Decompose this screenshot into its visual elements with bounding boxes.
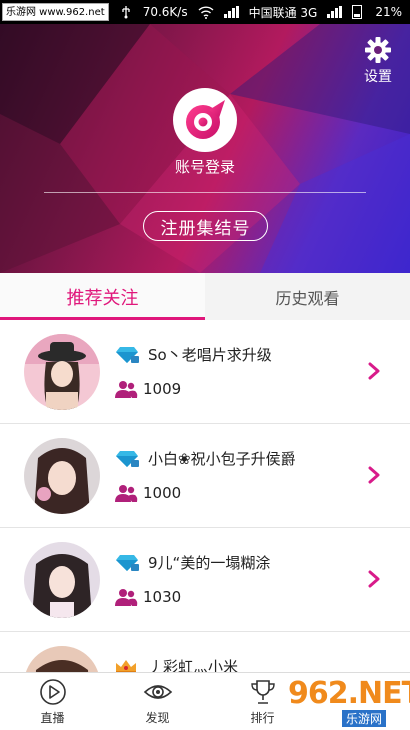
anchor-name: So丶老唱片求升级 [148,346,272,364]
diamond-icon [114,554,140,576]
settings-label: 设置 [364,69,392,85]
battery-icon [352,5,365,19]
play-icon [39,678,66,705]
anchor-name: 小白❀祝小包子升侯爵 [148,450,296,468]
wifi-icon [198,5,214,19]
chevron-right-icon[interactable] [368,362,380,384]
crown-icon [114,658,140,672]
register-button[interactable]: 注册集结号 [143,211,268,241]
tab-history[interactable]: 历史观看 [205,273,410,320]
settings-button[interactable]: 设置 [358,36,398,86]
anchor-name: 9儿“美的一塌糊涂 [148,554,271,572]
signal-icon [223,6,239,18]
nav-discover-label: 发现 [145,710,170,725]
status-bar: 乐游网 www.962.net 70.6K/s 中国联通 3G 21% [0,0,410,24]
fans-icon [114,588,138,610]
chevron-right-icon[interactable] [368,466,380,488]
avatar [24,542,100,618]
fans-count: 1009 [143,380,182,398]
tab-recommended[interactable]: 推荐关注 [0,273,205,320]
trophy-icon [250,679,275,704]
list-item[interactable]: 丿彩虹灬小米 [0,632,410,672]
nav-discover[interactable]: 发现 [105,673,210,730]
chevron-right-icon[interactable] [368,570,380,592]
header-divider [44,192,366,193]
diamond-icon [114,346,140,368]
watermark: 乐游网 www.962.net [2,3,109,21]
fans-count: 1030 [143,588,182,606]
app-logo[interactable] [173,88,237,152]
list-item[interactable]: 小白❀祝小包子升侯爵 1000 [0,424,410,528]
fans-count: 1000 [143,484,182,502]
diamond-icon [114,450,140,472]
anchor-name: 丿彩虹灬小米 [148,658,239,672]
tab-bar: 推荐关注 历史观看 [0,273,410,320]
nav-live-label: 直播 [40,710,65,725]
avatar [24,334,100,410]
horn-logo-icon [186,100,225,139]
profile-header: 设置 账号登录 注册集结号 [0,24,410,273]
fans-icon [114,380,138,402]
avatar [24,438,100,514]
site-watermark: 962.NET 乐游网 [284,674,410,727]
nav-ranking-label: 排行 [250,710,275,725]
carrier: 中国联通 3G [248,5,318,20]
eye-icon [143,684,172,699]
network-speed: 70.6K/s [142,5,188,19]
watermark-caption: 乐游网 [342,710,387,727]
battery-percent: 21% [375,5,402,19]
list-item[interactable]: So丶老唱片求升级 1009 [0,320,410,424]
watermark-brand: 962.NET [288,676,410,711]
usb-icon [119,5,133,19]
login-link[interactable]: 账号登录 [0,156,410,177]
gear-icon [365,37,391,63]
fans-icon [114,484,138,506]
signal-icon-2 [327,6,343,18]
anchor-list: So丶老唱片求升级 1009 小白❀祝小包子升侯爵 1000 9儿“美的一塌糊涂… [0,320,410,672]
avatar [24,646,100,672]
list-item[interactable]: 9儿“美的一塌糊涂 1030 [0,528,410,632]
nav-live[interactable]: 直播 [0,673,105,730]
